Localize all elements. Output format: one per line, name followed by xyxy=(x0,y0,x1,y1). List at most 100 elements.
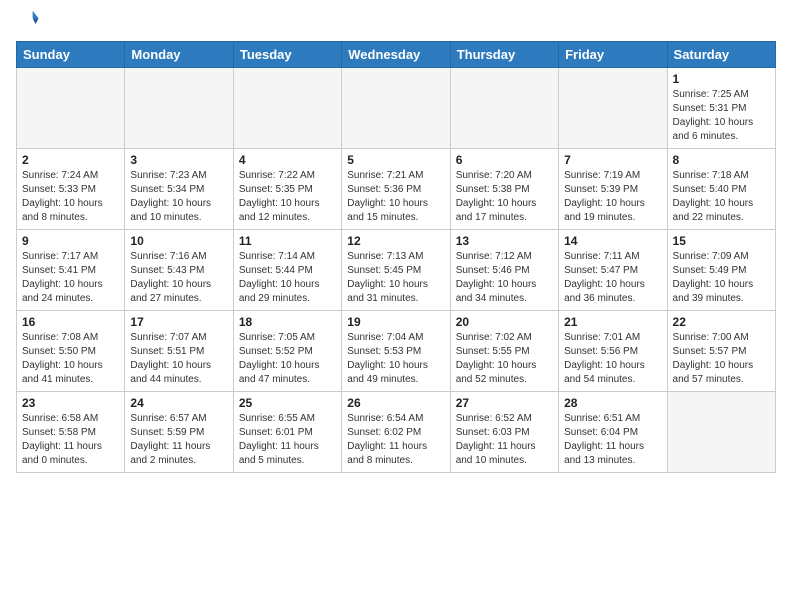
day-info: Sunrise: 7:24 AM Sunset: 5:33 PM Dayligh… xyxy=(22,169,119,225)
week-row-2: 2 Sunrise: 7:24 AM Sunset: 5:33 PM Daylig… xyxy=(17,149,776,230)
day-info: Sunrise: 7:18 AM Sunset: 5:40 PM Dayligh… xyxy=(673,169,770,225)
day-info: Sunrise: 7:23 AM Sunset: 5:34 PM Dayligh… xyxy=(130,169,227,225)
day-info: Sunrise: 7:01 AM Sunset: 5:56 PM Dayligh… xyxy=(564,331,661,387)
day-info: Sunrise: 7:04 AM Sunset: 5:53 PM Dayligh… xyxy=(347,331,444,387)
day-info: Sunrise: 7:07 AM Sunset: 5:51 PM Dayligh… xyxy=(130,331,227,387)
calendar-cell xyxy=(342,68,450,149)
calendar-cell xyxy=(667,392,775,473)
day-number: 25 xyxy=(239,396,336,410)
day-number: 20 xyxy=(456,315,553,329)
day-number: 13 xyxy=(456,234,553,248)
day-info: Sunrise: 7:22 AM Sunset: 5:35 PM Dayligh… xyxy=(239,169,336,225)
calendar-cell: 28 Sunrise: 6:51 AM Sunset: 6:04 PM Dayli… xyxy=(559,392,667,473)
day-info: Sunrise: 7:19 AM Sunset: 5:39 PM Dayligh… xyxy=(564,169,661,225)
day-number: 17 xyxy=(130,315,227,329)
day-number: 18 xyxy=(239,315,336,329)
day-number: 15 xyxy=(673,234,770,248)
weekday-header-thursday: Thursday xyxy=(450,42,558,68)
day-info: Sunrise: 6:57 AM Sunset: 5:59 PM Dayligh… xyxy=(130,412,227,468)
week-row-5: 23 Sunrise: 6:58 AM Sunset: 5:58 PM Dayli… xyxy=(17,392,776,473)
calendar-cell: 22 Sunrise: 7:00 AM Sunset: 5:57 PM Dayli… xyxy=(667,311,775,392)
week-row-1: 1 Sunrise: 7:25 AM Sunset: 5:31 PM Daylig… xyxy=(17,68,776,149)
calendar-cell: 19 Sunrise: 7:04 AM Sunset: 5:53 PM Dayli… xyxy=(342,311,450,392)
calendar-cell: 27Sunrise: 6:52 AM Sunset: 6:03 PM Dayli… xyxy=(450,392,558,473)
day-number: 22 xyxy=(673,315,770,329)
day-info: Sunrise: 7:02 AM Sunset: 5:55 PM Dayligh… xyxy=(456,331,553,387)
day-number: 7 xyxy=(564,153,661,167)
calendar-cell xyxy=(450,68,558,149)
calendar-cell: 17 Sunrise: 7:07 AM Sunset: 5:51 PM Dayli… xyxy=(125,311,233,392)
calendar-cell: 15 Sunrise: 7:09 AM Sunset: 5:49 PM Dayli… xyxy=(667,230,775,311)
day-number: 4 xyxy=(239,153,336,167)
calendar-cell: 9Sunrise: 7:17 AM Sunset: 5:41 PM Daylig… xyxy=(17,230,125,311)
day-number: 1 xyxy=(673,72,770,86)
day-number: 14 xyxy=(564,234,661,248)
day-info: Sunrise: 7:14 AM Sunset: 5:44 PM Dayligh… xyxy=(239,250,336,306)
week-row-3: 9Sunrise: 7:17 AM Sunset: 5:41 PM Daylig… xyxy=(17,230,776,311)
calendar-table: SundayMondayTuesdayWednesdayThursdayFrid… xyxy=(16,41,776,473)
day-info: Sunrise: 7:25 AM Sunset: 5:31 PM Dayligh… xyxy=(673,88,770,144)
day-info: Sunrise: 7:09 AM Sunset: 5:49 PM Dayligh… xyxy=(673,250,770,306)
calendar-cell: 11Sunrise: 7:14 AM Sunset: 5:44 PM Dayli… xyxy=(233,230,341,311)
day-info: Sunrise: 6:58 AM Sunset: 5:58 PM Dayligh… xyxy=(22,412,119,468)
day-info: Sunrise: 7:05 AM Sunset: 5:52 PM Dayligh… xyxy=(239,331,336,387)
calendar-cell: 1 Sunrise: 7:25 AM Sunset: 5:31 PM Daylig… xyxy=(667,68,775,149)
day-info: Sunrise: 6:52 AM Sunset: 6:03 PM Dayligh… xyxy=(456,412,553,468)
logo xyxy=(16,10,40,35)
day-info: Sunrise: 7:16 AM Sunset: 5:43 PM Dayligh… xyxy=(130,250,227,306)
calendar-cell: 13 Sunrise: 7:12 AM Sunset: 5:46 PM Dayli… xyxy=(450,230,558,311)
weekday-header-monday: Monday xyxy=(125,42,233,68)
day-number: 8 xyxy=(673,153,770,167)
day-number: 26 xyxy=(347,396,444,410)
day-number: 2 xyxy=(22,153,119,167)
calendar-cell: 23 Sunrise: 6:58 AM Sunset: 5:58 PM Dayli… xyxy=(17,392,125,473)
calendar-cell: 10 Sunrise: 7:16 AM Sunset: 5:43 PM Dayli… xyxy=(125,230,233,311)
calendar-cell: 8 Sunrise: 7:18 AM Sunset: 5:40 PM Daylig… xyxy=(667,149,775,230)
calendar-cell xyxy=(233,68,341,149)
day-info: Sunrise: 7:13 AM Sunset: 5:45 PM Dayligh… xyxy=(347,250,444,306)
weekday-header-wednesday: Wednesday xyxy=(342,42,450,68)
day-info: Sunrise: 7:00 AM Sunset: 5:57 PM Dayligh… xyxy=(673,331,770,387)
calendar-cell: 2 Sunrise: 7:24 AM Sunset: 5:33 PM Daylig… xyxy=(17,149,125,230)
day-info: Sunrise: 6:55 AM Sunset: 6:01 PM Dayligh… xyxy=(239,412,336,468)
calendar-cell: 12 Sunrise: 7:13 AM Sunset: 5:45 PM Dayli… xyxy=(342,230,450,311)
day-info: Sunrise: 7:17 AM Sunset: 5:41 PM Dayligh… xyxy=(22,250,119,306)
day-number: 10 xyxy=(130,234,227,248)
week-row-4: 16 Sunrise: 7:08 AM Sunset: 5:50 PM Dayli… xyxy=(17,311,776,392)
day-info: Sunrise: 7:20 AM Sunset: 5:38 PM Dayligh… xyxy=(456,169,553,225)
day-number: 3 xyxy=(130,153,227,167)
calendar-cell xyxy=(125,68,233,149)
calendar-cell: 14 Sunrise: 7:11 AM Sunset: 5:47 PM Dayli… xyxy=(559,230,667,311)
weekday-header-row: SundayMondayTuesdayWednesdayThursdayFrid… xyxy=(17,42,776,68)
day-info: Sunrise: 7:08 AM Sunset: 5:50 PM Dayligh… xyxy=(22,331,119,387)
calendar-cell: 25 Sunrise: 6:55 AM Sunset: 6:01 PM Dayli… xyxy=(233,392,341,473)
day-number: 24 xyxy=(130,396,227,410)
calendar-cell: 7 Sunrise: 7:19 AM Sunset: 5:39 PM Daylig… xyxy=(559,149,667,230)
calendar-cell: 20 Sunrise: 7:02 AM Sunset: 5:55 PM Dayli… xyxy=(450,311,558,392)
calendar-cell: 21 Sunrise: 7:01 AM Sunset: 5:56 PM Dayli… xyxy=(559,311,667,392)
day-number: 19 xyxy=(347,315,444,329)
day-info: Sunrise: 7:12 AM Sunset: 5:46 PM Dayligh… xyxy=(456,250,553,306)
calendar-cell: 4 Sunrise: 7:22 AM Sunset: 5:35 PM Daylig… xyxy=(233,149,341,230)
day-number: 16 xyxy=(22,315,119,329)
day-number: 28 xyxy=(564,396,661,410)
header xyxy=(16,10,776,35)
calendar-cell: 18 Sunrise: 7:05 AM Sunset: 5:52 PM Dayli… xyxy=(233,311,341,392)
calendar-cell: 26Sunrise: 6:54 AM Sunset: 6:02 PM Dayli… xyxy=(342,392,450,473)
calendar-cell: 6 Sunrise: 7:20 AM Sunset: 5:38 PM Daylig… xyxy=(450,149,558,230)
day-number: 5 xyxy=(347,153,444,167)
weekday-header-friday: Friday xyxy=(559,42,667,68)
page: SundayMondayTuesdayWednesdayThursdayFrid… xyxy=(0,0,792,612)
calendar-cell: 3 Sunrise: 7:23 AM Sunset: 5:34 PM Daylig… xyxy=(125,149,233,230)
day-number: 12 xyxy=(347,234,444,248)
calendar-cell: 16 Sunrise: 7:08 AM Sunset: 5:50 PM Dayli… xyxy=(17,311,125,392)
day-number: 6 xyxy=(456,153,553,167)
calendar-cell: 24 Sunrise: 6:57 AM Sunset: 5:59 PM Dayli… xyxy=(125,392,233,473)
weekday-header-saturday: Saturday xyxy=(667,42,775,68)
weekday-header-tuesday: Tuesday xyxy=(233,42,341,68)
day-info: Sunrise: 7:21 AM Sunset: 5:36 PM Dayligh… xyxy=(347,169,444,225)
day-number: 21 xyxy=(564,315,661,329)
day-info: Sunrise: 7:11 AM Sunset: 5:47 PM Dayligh… xyxy=(564,250,661,306)
day-number: 23 xyxy=(22,396,119,410)
day-info: Sunrise: 6:51 AM Sunset: 6:04 PM Dayligh… xyxy=(564,412,661,468)
